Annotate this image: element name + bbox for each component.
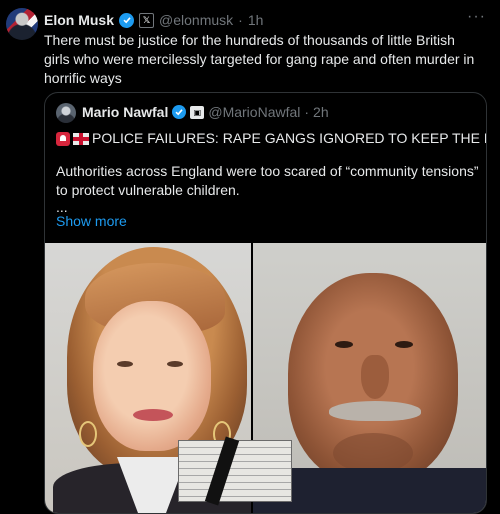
quoted-author-handle[interactable]: @MarioNawfal	[208, 104, 300, 120]
affiliate-badge-icon[interactable]: ▣	[190, 105, 205, 119]
more-options-icon[interactable]: ···	[467, 8, 486, 26]
verified-badge-icon[interactable]	[119, 12, 135, 28]
quoted-body-text: Authorities across England were too scar…	[56, 163, 479, 198]
show-more-link[interactable]: Show more	[56, 213, 127, 229]
document-photo[interactable]	[178, 436, 292, 506]
quoted-author-avatar[interactable]	[56, 103, 76, 123]
siren-emoji-icon	[56, 131, 70, 146]
uk-flag-emoji-icon	[73, 132, 89, 145]
author-handle[interactable]: @elonmusk	[159, 12, 233, 28]
verified-badge-icon[interactable]	[172, 105, 187, 119]
quoted-author-name[interactable]: Mario Nawfal	[82, 104, 168, 120]
tweet-timestamp[interactable]: 1h	[248, 12, 264, 28]
quoted-timestamp[interactable]: 2h	[313, 104, 329, 120]
quoted-tweet[interactable]: Mario Nawfal ▣ @MarioNawfal · 2h POLICE …	[44, 92, 487, 514]
affiliate-badge-icon[interactable]: 𝕏	[139, 12, 155, 28]
separator-dot: ·	[238, 12, 243, 28]
quoted-tweet-header: Mario Nawfal ▣ @MarioNawfal · 2h	[82, 104, 329, 120]
tweet-header: Elon Musk 𝕏 @elonmusk · 1h	[44, 11, 263, 29]
quoted-headline: POLICE FAILURES: RAPE GANGS IGNORED TO K…	[56, 129, 486, 148]
quoted-headline-text: POLICE FAILURES: RAPE GANGS IGNORED TO K…	[92, 130, 486, 146]
tweet: Elon Musk 𝕏 @elonmusk · 1h ··· There mus…	[0, 0, 500, 514]
media-grid	[45, 243, 486, 513]
tweet-text: There must be justice for the hundreds o…	[44, 32, 475, 86]
separator-dot: ·	[304, 104, 310, 120]
author-avatar[interactable]	[6, 8, 38, 40]
author-name[interactable]: Elon Musk	[44, 12, 114, 28]
